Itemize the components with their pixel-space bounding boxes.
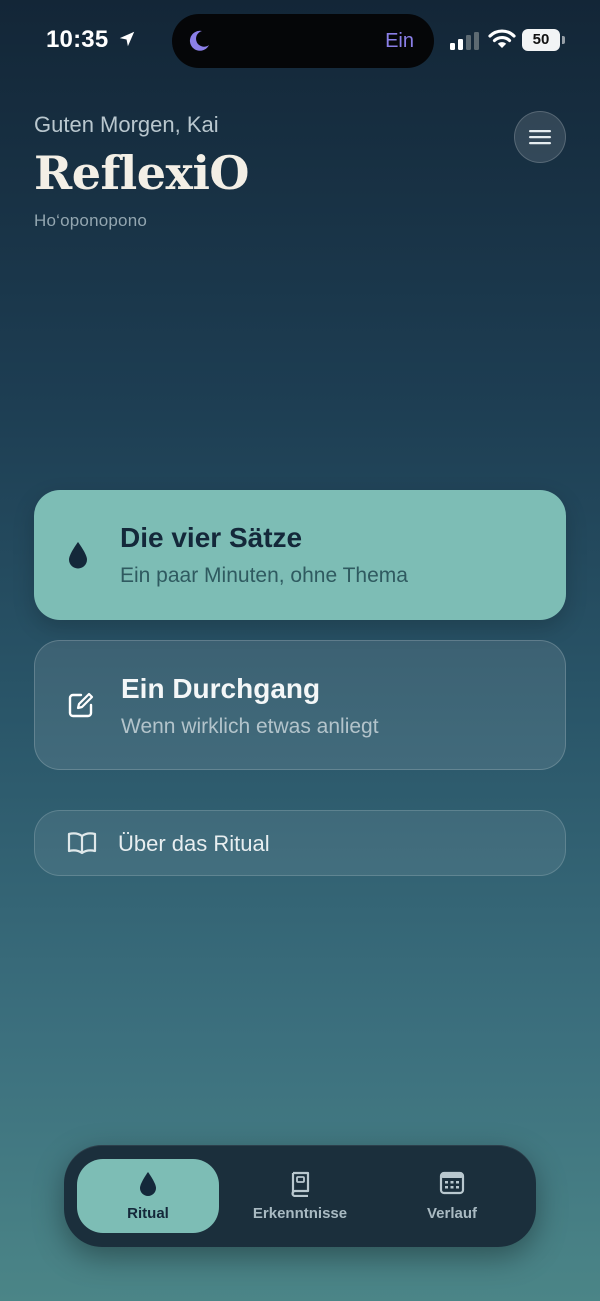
calendar-icon (439, 1171, 465, 1195)
location-arrow-icon (119, 31, 135, 47)
edit-icon (68, 692, 94, 718)
book-open-icon (67, 832, 97, 855)
signal-icon (450, 32, 479, 50)
tab-label: Erkenntnisse (252, 1205, 348, 1222)
menu-button[interactable] (514, 111, 566, 163)
drop-icon (69, 542, 87, 569)
about-ritual-link[interactable]: Über das Ritual (34, 810, 566, 876)
greeting-text: Guten Morgen, Kai (34, 112, 219, 137)
card-title: Die vier Sätze (120, 522, 303, 553)
focus-status-label: Ein (385, 30, 414, 52)
tab-verlauf[interactable]: Verlauf (381, 1159, 523, 1233)
card-subtitle: Wenn wirklich etwas anliegt (121, 715, 379, 738)
book-icon (291, 1171, 310, 1197)
tab-label: Verlauf (426, 1205, 478, 1222)
status-time: 10:35 (46, 26, 109, 53)
card-ein-durchgang[interactable]: Ein Durchgang Wenn wirklich etwas anlieg… (34, 640, 566, 770)
card-title: Ein Durchgang (121, 673, 321, 704)
card-subtitle: Ein paar Minuten, ohne Thema (120, 564, 408, 587)
wifi-icon (488, 29, 516, 48)
tab-bar: Ritual Erkenntnisse Verlauf (64, 1145, 536, 1247)
tab-ritual[interactable]: Ritual (77, 1159, 219, 1233)
drop-icon (140, 1172, 156, 1196)
about-ritual-label: Über das Ritual (118, 831, 270, 856)
battery-icon: 50 (522, 29, 560, 51)
battery-cap (562, 36, 565, 44)
menu-icon (529, 130, 551, 145)
tab-label: Ritual (127, 1205, 169, 1222)
moon-icon (189, 30, 209, 51)
card-die-vier-saetze[interactable]: Die vier Sätze Ein paar Minuten, ohne Th… (34, 490, 566, 620)
tab-erkenntnisse[interactable]: Erkenntnisse (229, 1159, 371, 1233)
app-subtitle: Ho‘oponopono (34, 211, 147, 230)
app-title: ReflexiO (34, 146, 250, 200)
